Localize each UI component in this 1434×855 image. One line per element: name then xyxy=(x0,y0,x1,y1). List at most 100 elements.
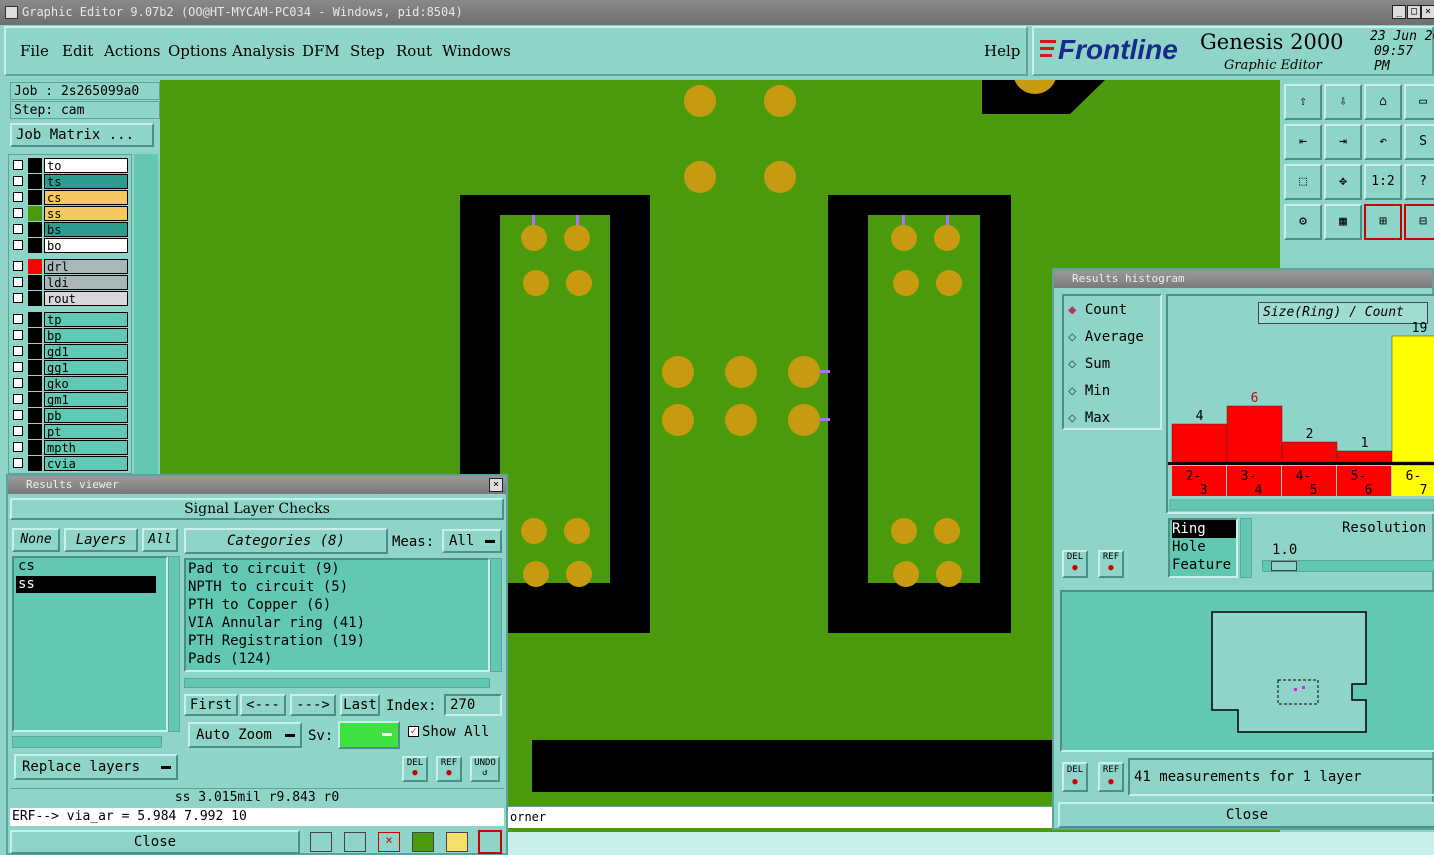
job-matrix-button[interactable]: Job Matrix ... xyxy=(10,123,154,147)
layer-name[interactable]: bs xyxy=(44,222,128,237)
layers-button[interactable]: Layers xyxy=(64,528,138,552)
layer-color-swatch[interactable] xyxy=(28,190,42,205)
layer-color-swatch[interactable] xyxy=(28,312,42,327)
tool-icon[interactable] xyxy=(310,832,332,852)
menu-file[interactable]: File xyxy=(20,42,49,60)
layer-checkbox[interactable] xyxy=(13,330,23,340)
preview-del-button[interactable]: DEL ● xyxy=(1062,762,1088,792)
layer-name[interactable]: bo xyxy=(44,238,128,253)
zoom-home-icon[interactable]: ⇧ xyxy=(1284,84,1322,120)
zoom-fit-icon[interactable]: ▭ xyxy=(1404,84,1434,120)
layer-row-ts[interactable]: ts xyxy=(10,174,128,189)
layer-checkbox[interactable] xyxy=(13,346,23,356)
layer-name[interactable]: gg1 xyxy=(44,360,128,375)
fit-profile-icon[interactable]: ⬚ xyxy=(1284,164,1322,200)
pan-left-icon[interactable]: ⇤ xyxy=(1284,124,1322,160)
auto-zoom-dropdown[interactable]: Auto Zoom xyxy=(188,722,302,748)
layer-color-swatch[interactable] xyxy=(28,408,42,423)
resolution-slider[interactable] xyxy=(1262,560,1434,572)
system-menu-icon[interactable] xyxy=(5,6,18,19)
layer-checkbox[interactable] xyxy=(13,176,23,186)
layer-color-swatch[interactable] xyxy=(28,174,42,189)
layer-row-gko[interactable]: gko xyxy=(10,376,128,391)
layer-row-tp[interactable]: tp xyxy=(10,312,128,327)
mode-radio-max[interactable]: ◇ Max xyxy=(1068,410,1110,426)
layer-name[interactable]: gd1 xyxy=(44,344,128,359)
layer-checkbox[interactable] xyxy=(13,362,23,372)
menu-step[interactable]: Step xyxy=(350,42,385,60)
menu-options[interactable]: Options xyxy=(168,42,227,60)
layer-row-ss[interactable]: ss xyxy=(10,206,128,221)
zoom-out-icon[interactable]: ⌂ xyxy=(1364,84,1402,120)
layer-checkbox[interactable] xyxy=(13,192,23,202)
histogram-scrollbar[interactable] xyxy=(1169,499,1434,511)
histogram-bar[interactable] xyxy=(1226,405,1283,463)
layer-checkbox[interactable] xyxy=(13,394,23,404)
layer-name[interactable]: drl xyxy=(44,259,128,274)
layer-color-swatch[interactable] xyxy=(28,376,42,391)
minimize-icon[interactable]: _ xyxy=(1392,5,1406,19)
menu-rout[interactable]: Rout xyxy=(396,42,432,60)
layer-color-swatch[interactable] xyxy=(28,222,42,237)
results-viewer-close-button[interactable]: Close xyxy=(10,830,300,854)
category-item[interactable]: PTH Registration (19) xyxy=(188,632,488,650)
board-preview[interactable] xyxy=(1060,590,1434,752)
layer-checkbox[interactable] xyxy=(13,160,23,170)
close-icon[interactable]: × xyxy=(489,478,503,492)
layer-color-swatch[interactable] xyxy=(28,360,42,375)
layer-name[interactable]: ldi xyxy=(44,275,128,290)
categories-hscroll[interactable] xyxy=(184,678,490,688)
layer-color-swatch[interactable] xyxy=(28,344,42,359)
layer-icon[interactable] xyxy=(412,832,434,852)
layer-checkbox[interactable] xyxy=(13,224,23,234)
histogram-bar[interactable] xyxy=(1391,335,1434,463)
mode-radio-average[interactable]: ◇ Average xyxy=(1068,329,1144,345)
replace-layers-dropdown[interactable]: Replace layers xyxy=(14,754,178,780)
layer-row-gm1[interactable]: gm1 xyxy=(10,392,128,407)
layer-checkbox[interactable] xyxy=(13,314,23,324)
layer-row-cs[interactable]: cs xyxy=(10,190,128,205)
layer-row-gg1[interactable]: gg1 xyxy=(10,360,128,375)
histogram-bar[interactable] xyxy=(1336,450,1393,463)
layer-checkbox[interactable] xyxy=(13,410,23,420)
signal-layer-checks-header[interactable]: Signal Layer Checks xyxy=(10,498,504,520)
layer-color-swatch[interactable] xyxy=(28,328,42,343)
snap-icon[interactable]: ⚙ xyxy=(1284,204,1322,240)
prev-button[interactable]: <--- xyxy=(240,694,286,716)
layer-row-mpth[interactable]: mpth xyxy=(10,440,128,455)
category-item[interactable]: VIA Annular ring (41) xyxy=(188,614,488,632)
category-item[interactable]: Pad to circuit (9) xyxy=(188,560,488,578)
histogram-icon[interactable] xyxy=(478,830,502,854)
layer-row-bp[interactable]: bp xyxy=(10,328,128,343)
layer-row-to[interactable]: to xyxy=(10,158,128,173)
show-all-checkbox[interactable]: ✓ xyxy=(408,726,419,737)
next-button[interactable]: ---> xyxy=(290,694,336,716)
layer-name[interactable]: gm1 xyxy=(44,392,128,407)
histogram-bars[interactable]: 42-363-424-515-6196-7 xyxy=(1168,296,1434,514)
measure-list[interactable]: Ring Hole Feature xyxy=(1168,518,1238,578)
layer-row-gd1[interactable]: gd1 xyxy=(10,344,128,359)
layer-name[interactable]: ss xyxy=(44,206,128,221)
layer-name[interactable]: cs xyxy=(44,190,128,205)
histogram-close-button[interactable]: Close xyxy=(1058,802,1434,828)
measure-item[interactable]: Feature xyxy=(1172,556,1236,574)
layer-name[interactable]: tp xyxy=(44,312,128,327)
layer-name[interactable]: mpth xyxy=(44,440,128,455)
maximize-icon[interactable]: □ xyxy=(1407,5,1421,19)
tool-icon[interactable] xyxy=(344,832,366,852)
histogram-bar[interactable] xyxy=(1171,423,1228,463)
layer-checkbox[interactable] xyxy=(13,378,23,388)
layer-checkbox[interactable] xyxy=(13,442,23,452)
layer-color-swatch[interactable] xyxy=(28,291,42,306)
none-button[interactable]: None xyxy=(12,528,60,552)
layer-color-swatch[interactable] xyxy=(28,275,42,290)
layer-name[interactable]: rout xyxy=(44,291,128,306)
histogram-del-button[interactable]: DEL ● xyxy=(1062,550,1088,578)
close-icon[interactable]: × xyxy=(1421,5,1434,19)
meas-dropdown[interactable]: All xyxy=(442,529,502,553)
layer-row-ldi[interactable]: ldi xyxy=(10,275,128,290)
undo-button[interactable]: UNDO ↺ xyxy=(470,756,500,782)
layer-row-rout[interactable]: rout xyxy=(10,291,128,306)
layer-name[interactable]: to xyxy=(44,158,128,173)
grid-icon[interactable]: ▦ xyxy=(1324,204,1362,240)
